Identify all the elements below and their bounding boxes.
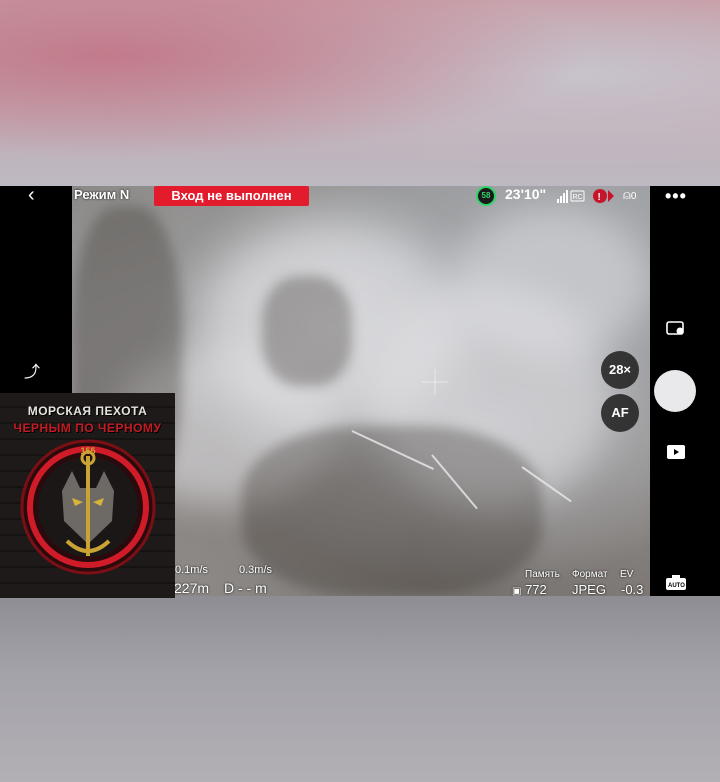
ev-label: EV [620, 569, 634, 580]
wolf-emblem-icon: 155 [20, 439, 156, 575]
vertical-speed: 0.3m/s [239, 564, 273, 576]
battery-indicator: 58 [476, 186, 496, 206]
ev-value: -0.3 [621, 582, 644, 596]
signal-icon: RC [557, 190, 585, 203]
svg-text:155: 155 [80, 446, 95, 456]
obstacle-avoidance-icon[interactable]: ⍝0 [623, 187, 645, 205]
shutter-button[interactable] [654, 370, 696, 412]
af-button[interactable]: AF [601, 394, 639, 432]
camera-mode-icon[interactable] [666, 320, 686, 336]
logo-title-line2: ЧЕРНЫМ ПО ЧЕРНОМУ [13, 421, 162, 435]
svg-text:!: ! [598, 192, 601, 203]
flight-mode: Режим N [74, 187, 130, 202]
format-label: Формат [572, 569, 608, 580]
playback-icon[interactable] [667, 445, 685, 459]
distance: D - - m [224, 580, 267, 596]
auto-exposure-icon[interactable]: AUTO [665, 575, 687, 591]
horizontal-speed: 0.1m/s [175, 564, 209, 576]
logo-title-line1: МОРСКАЯ ПЕХОТА [27, 404, 148, 418]
back-icon[interactable]: ‹ [28, 186, 44, 205]
altitude: 227m [174, 580, 210, 596]
alert-icon[interactable]: ! [592, 187, 616, 205]
flight-time: 23'10" [505, 186, 547, 202]
format-value: JPEG [572, 582, 606, 596]
gimbal-rotate-icon[interactable]: ⤴ [24, 358, 40, 382]
blurred-top-background [0, 0, 720, 186]
memory-label: Память [525, 569, 560, 580]
unit-watermark-logo: МОРСКАЯ ПЕХОТА ЧЕРНЫМ ПО ЧЕРНОМУ 155 [0, 393, 175, 598]
svg-text:AUTO: AUTO [668, 583, 685, 589]
status-bar: ‹ Режим N Вход не выполнен 58 23'10" RC … [0, 186, 720, 208]
login-warning-badge[interactable]: Вход не выполнен [154, 186, 309, 206]
memory-value: ▣ 772 [512, 582, 547, 596]
storage-icon: ▣ [512, 586, 522, 596]
zoom-button[interactable]: 28× [601, 351, 639, 389]
more-options-icon[interactable]: ••• [665, 186, 687, 207]
svg-text:RC: RC [573, 194, 583, 201]
blurred-bottom-background [0, 596, 720, 782]
